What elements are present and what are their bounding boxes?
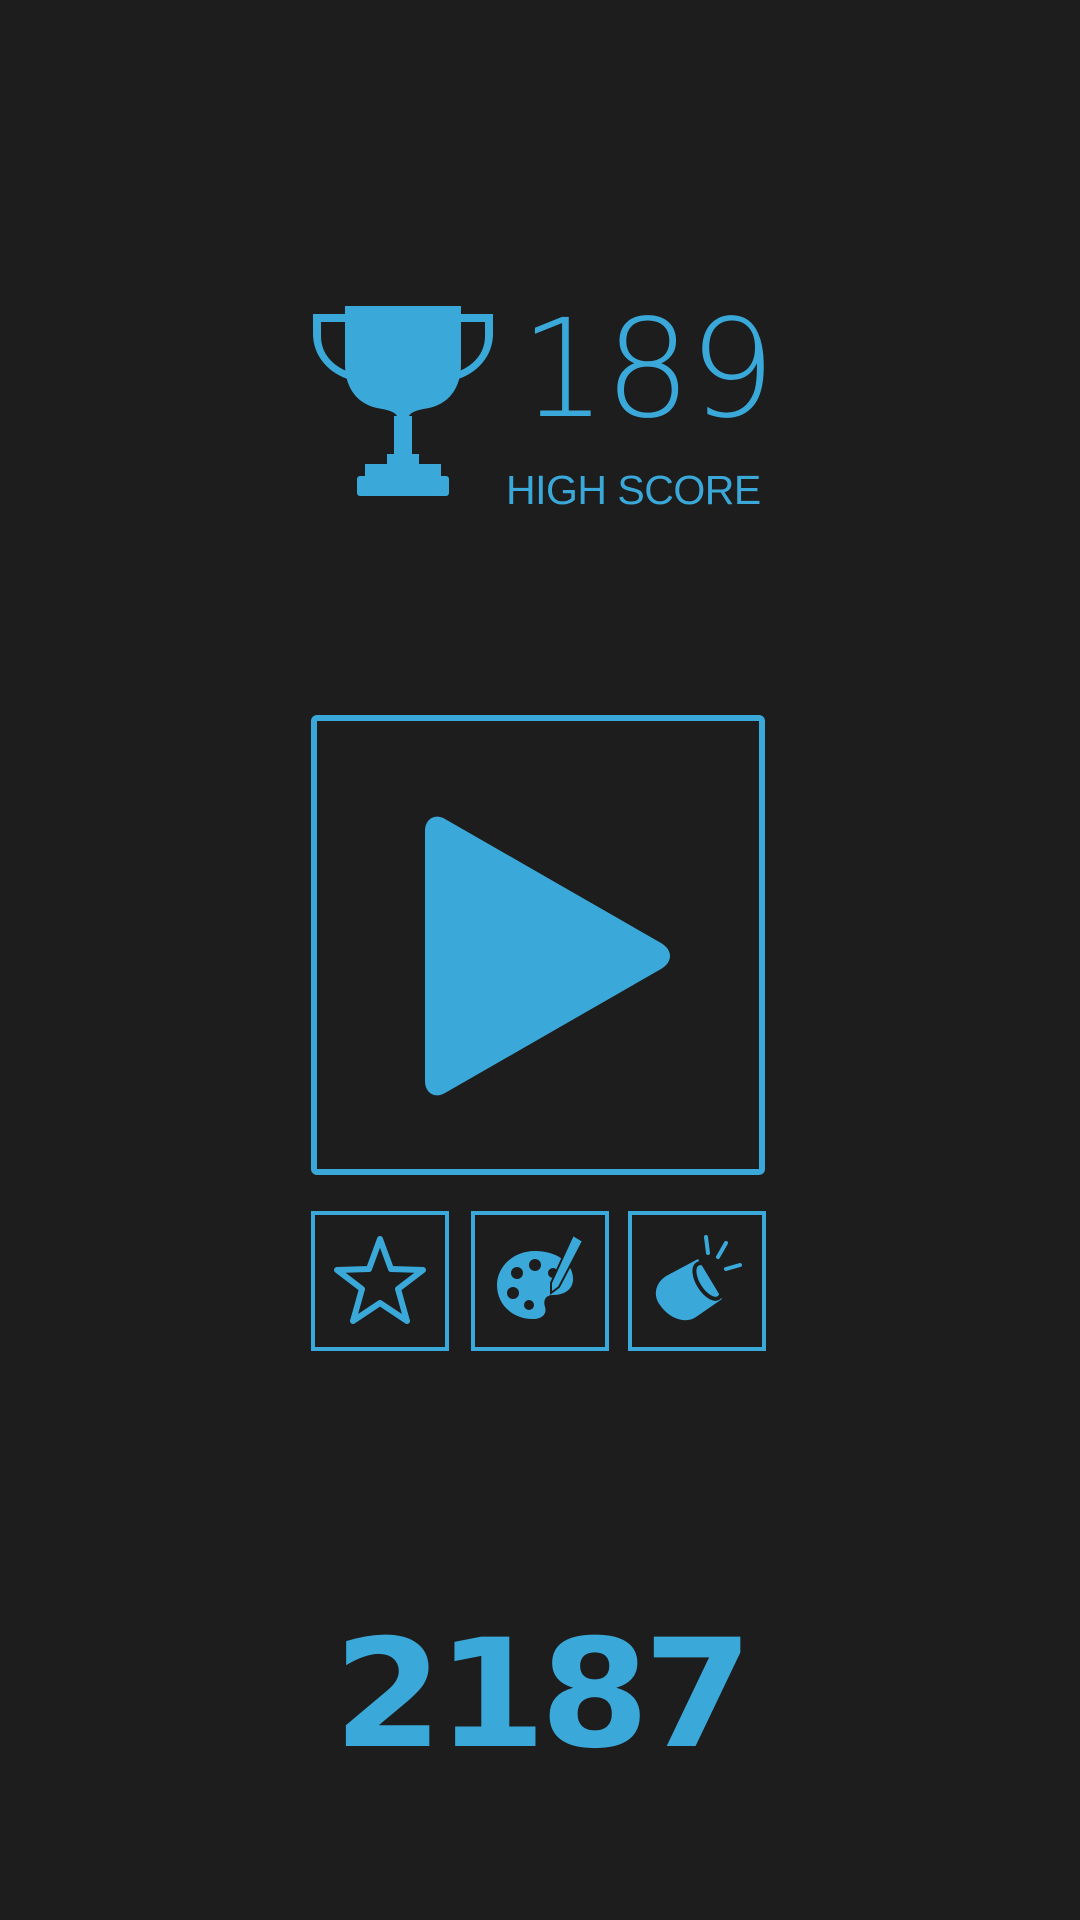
palette-icon xyxy=(497,1233,585,1319)
play-icon xyxy=(425,816,670,1096)
star-icon xyxy=(334,1236,426,1324)
play-button[interactable] xyxy=(311,715,765,1175)
current-score: 2187 xyxy=(333,1608,752,1782)
sound-button[interactable] xyxy=(628,1211,766,1351)
main-menu-screen: 189 HIGH SCORE 2187 xyxy=(0,0,1080,1920)
rate-button[interactable] xyxy=(311,1211,449,1351)
trophy-icon xyxy=(313,306,493,496)
theme-button[interactable] xyxy=(471,1211,609,1351)
high-score-label: HIGH SCORE xyxy=(506,467,761,513)
speaker-icon xyxy=(655,1235,742,1321)
high-score-value: 189 xyxy=(520,291,776,449)
